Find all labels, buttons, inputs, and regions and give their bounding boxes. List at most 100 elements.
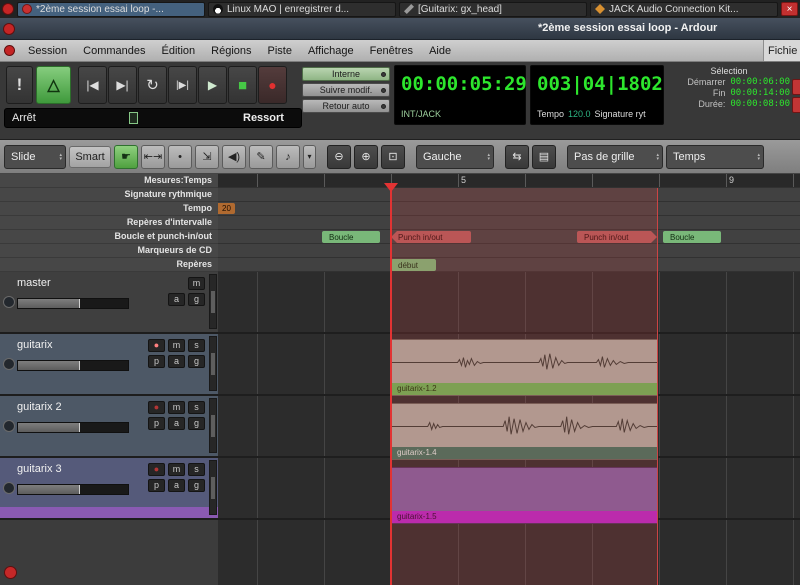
track-header-guitarix-3[interactable]: guitarix 3 ● m s p a g [0, 458, 218, 520]
automation-button[interactable]: a [168, 479, 185, 492]
track-header-master[interactable]: master m a g [0, 272, 218, 334]
track-lane-master[interactable] [218, 272, 800, 334]
window-titlebar[interactable]: *2ème session essai loop - Ardour [0, 18, 800, 40]
group-button[interactable]: g [188, 479, 205, 492]
loop-marker[interactable]: Boucle [663, 231, 721, 243]
play-range-button[interactable]: |▶| [168, 66, 197, 104]
range-ruler[interactable] [218, 216, 800, 230]
midi-panic-button[interactable]: ! [6, 66, 33, 104]
shuttle-control[interactable]: Arrêt Ressort [4, 108, 302, 128]
grab-tool-button[interactable]: ☛ [114, 145, 138, 169]
audio-region[interactable]: guitarix-1.4 [391, 403, 658, 460]
scrollbar-handle[interactable] [211, 477, 215, 499]
edit-mode-select[interactable]: Slide ▴▾ [4, 145, 66, 169]
draw-tool-button[interactable]: ✎ [249, 145, 273, 169]
taskbar-window-ardour[interactable]: *2ème session essai loop -... [17, 2, 205, 17]
selection-end-value[interactable]: 00:00:14:00 [730, 88, 790, 98]
ruler-label-loop-punch[interactable]: Boucle et punch-in/out [0, 230, 218, 244]
range-tool-button[interactable]: ⇤⇥ [141, 145, 165, 169]
location-marker-debut[interactable]: début [391, 259, 436, 271]
ruler-label-ranges[interactable]: Repères d'intervalle [0, 216, 218, 230]
solo-button[interactable]: s [188, 401, 205, 414]
note-edit-tool-button[interactable]: ♪ [276, 145, 300, 169]
grid-type-select[interactable]: Temps ▴▾ [666, 145, 764, 169]
solo-alert-badge[interactable] [792, 79, 800, 95]
taskbar-window-browser[interactable]: Linux MAO | enregistrer d... [208, 2, 396, 17]
cut-tool-button[interactable]: • [168, 145, 192, 169]
track-height-scrollbar[interactable] [209, 460, 217, 515]
mute-button[interactable]: m [168, 401, 185, 414]
menu-fenetres[interactable]: Fenêtres [362, 42, 421, 60]
track-name[interactable]: guitarix [17, 339, 52, 351]
taskbar-window-guitarix[interactable]: [Guitarix: gx_head] [399, 2, 587, 17]
tempo-ruler[interactable]: 20 [218, 202, 800, 216]
auto-return-toggle[interactable]: Retour auto [302, 99, 390, 113]
ruler-label-markers[interactable]: Repères [0, 258, 218, 272]
menu-commandes[interactable]: Commandes [75, 42, 153, 60]
snap-mode-button[interactable]: ⇆ [505, 145, 529, 169]
tempo-marker[interactable]: 20 [218, 203, 235, 214]
track-height-scrollbar[interactable] [209, 336, 217, 391]
record-arm-button[interactable]: ● [148, 339, 165, 352]
record-arm-button[interactable]: ● [148, 463, 165, 476]
gain-fader[interactable] [17, 484, 129, 495]
goto-start-button[interactable]: |◀ [78, 66, 107, 104]
chevron-down-icon[interactable]: ▾ [303, 145, 316, 169]
audio-region[interactable]: guitarix-1.5 [391, 467, 658, 524]
automation-button[interactable]: a [168, 355, 185, 368]
selection-length-value[interactable]: 00:00:08:00 [730, 99, 790, 109]
audition-tool-button[interactable]: ◀) [222, 145, 246, 169]
sync-source-button[interactable]: Interne [302, 67, 390, 81]
play-button[interactable]: ▶ [198, 66, 227, 104]
goto-end-button[interactable]: ▶| [108, 66, 137, 104]
grid-display-button[interactable]: ▤ [532, 145, 556, 169]
scrollbar-handle[interactable] [211, 353, 215, 375]
zoom-focus-select[interactable]: Gauche ▴▾ [416, 145, 494, 169]
menu-regions[interactable]: Régions [203, 42, 259, 60]
tab-fichier[interactable]: Fichie [763, 40, 800, 61]
automation-button[interactable]: a [168, 293, 185, 306]
gain-fader[interactable] [17, 360, 129, 371]
playlist-button[interactable]: p [148, 479, 165, 492]
track-height-scrollbar[interactable] [209, 274, 217, 329]
scrollbar-handle[interactable] [211, 291, 215, 313]
follow-edits-button[interactable]: △ [36, 66, 71, 104]
menu-affichage[interactable]: Affichage [300, 42, 362, 60]
gain-fader[interactable] [17, 422, 129, 433]
track-name[interactable]: guitarix 2 [17, 401, 62, 413]
menu-aide[interactable]: Aide [421, 42, 459, 60]
zoom-in-button[interactable]: ⊕ [354, 145, 378, 169]
bars-beats-ruler[interactable]: 5 9 [218, 174, 800, 188]
shuttle-handle[interactable] [129, 112, 138, 124]
group-button[interactable]: g [188, 293, 205, 306]
close-icon[interactable]: × [781, 2, 798, 16]
solo-button[interactable]: s [188, 339, 205, 352]
track-header-guitarix[interactable]: guitarix ● m s p a g [0, 334, 218, 396]
gain-fader[interactable] [17, 298, 129, 309]
follow-edits-toggle[interactable]: Suivre modif. [302, 83, 390, 97]
ruler-label-meter[interactable]: Signature rythmique [0, 188, 218, 202]
automation-button[interactable]: a [168, 417, 185, 430]
selection-start-value[interactable]: 00:00:06:00 [730, 77, 790, 87]
mute-button[interactable]: m [168, 463, 185, 476]
smart-mode-button[interactable]: Smart [69, 146, 111, 168]
loop-punch-ruler[interactable]: Boucle Punch in/out Punch in/out Boucle [218, 230, 800, 244]
playhead[interactable] [390, 184, 392, 585]
solo-button[interactable]: s [188, 463, 205, 476]
track-header-guitarix-2[interactable]: guitarix 2 ● m s p a g [0, 396, 218, 458]
track-name[interactable]: master [17, 277, 51, 289]
playlist-button[interactable]: p [148, 417, 165, 430]
taskbar-window-jack[interactable]: JACK Audio Connection Kit... [590, 2, 778, 17]
loop-button[interactable]: ↻ [138, 66, 167, 104]
group-button[interactable]: g [188, 355, 205, 368]
primary-clock[interactable]: 00:00:05:29 INT/JACK [394, 65, 526, 125]
meter-ruler[interactable] [218, 188, 800, 202]
record-button[interactable]: ● [258, 66, 287, 104]
ruler-label-bars-beats[interactable]: Mesures:Temps [0, 174, 218, 188]
zoom-out-button[interactable]: ⊖ [327, 145, 351, 169]
punch-in-marker[interactable]: Punch in/out [391, 231, 471, 243]
punch-out-marker[interactable]: Punch in/out [577, 231, 657, 243]
mute-button[interactable]: m [188, 277, 205, 290]
stop-button[interactable]: ■ [228, 66, 257, 104]
audio-region[interactable]: guitarix-1.2 [391, 339, 658, 396]
